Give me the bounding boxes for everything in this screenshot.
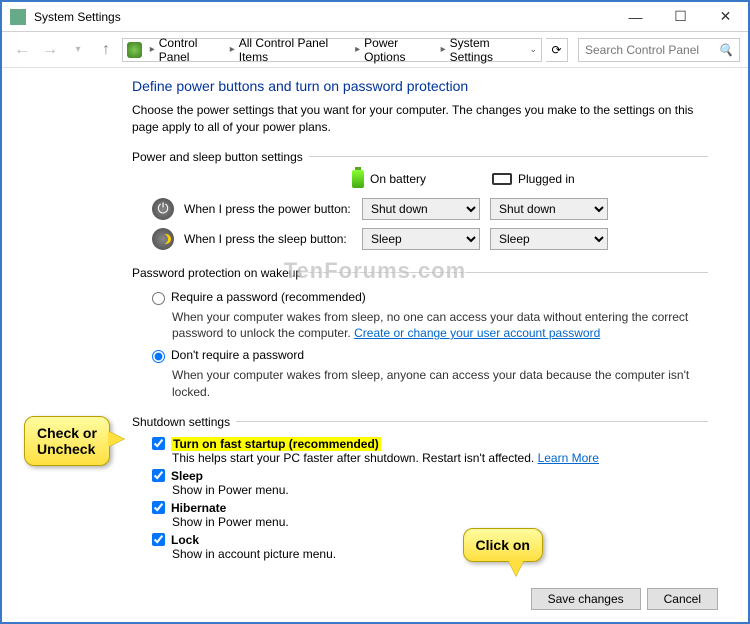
- chevron-right-icon: ▸: [355, 44, 360, 55]
- power-icon: ⏻: [152, 198, 174, 220]
- battery-icon: [352, 170, 364, 188]
- sleep-button-label: When I press the sleep button:: [184, 232, 352, 246]
- fast-startup-label[interactable]: Turn on fast startup (recommended): [171, 437, 381, 451]
- sleep-checkbox[interactable]: [152, 469, 165, 482]
- fast-startup-checkbox[interactable]: [152, 437, 165, 450]
- up-button[interactable]: ↑: [94, 41, 118, 59]
- toolbar: ← → ▾ ↑ ▸ Control Panel ▸ All Control Pa…: [2, 32, 748, 68]
- lock-checkbox[interactable]: [152, 533, 165, 546]
- hibernate-desc: Show in Power menu.: [172, 515, 708, 529]
- chevron-right-icon: ▸: [441, 44, 446, 55]
- lock-label[interactable]: Lock: [171, 533, 199, 547]
- forward-button[interactable]: →: [38, 41, 62, 59]
- page-description: Choose the power settings that you want …: [132, 102, 708, 136]
- section-legend: Power and sleep button settings: [132, 150, 309, 164]
- breadcrumb-item[interactable]: System Settings: [450, 36, 530, 64]
- no-password-label[interactable]: Don't require a password: [171, 348, 304, 362]
- sleep-desc: Show in Power menu.: [172, 483, 708, 497]
- breadcrumb-item[interactable]: Control Panel: [159, 36, 226, 64]
- sleep-plugged-select[interactable]: Sleep: [490, 228, 608, 250]
- no-password-radio[interactable]: [152, 350, 165, 363]
- section-legend: Shutdown settings: [132, 415, 236, 429]
- section-legend: Password protection on wakeup: [132, 266, 308, 280]
- close-button[interactable]: ✕: [703, 3, 748, 31]
- callout-click-on: Click on: [463, 528, 543, 562]
- power-button-label: When I press the power button:: [184, 202, 352, 216]
- hibernate-label[interactable]: Hibernate: [171, 501, 226, 515]
- learn-more-link[interactable]: Learn More: [538, 451, 599, 465]
- search-icon: 🔍: [718, 43, 733, 57]
- breadcrumb-dropdown-icon[interactable]: ⌄: [529, 44, 537, 55]
- require-password-radio[interactable]: [152, 292, 165, 305]
- back-button[interactable]: ←: [10, 41, 34, 59]
- breadcrumb[interactable]: ▸ Control Panel ▸ All Control Panel Item…: [122, 38, 542, 62]
- recent-dropdown[interactable]: ▾: [66, 44, 90, 55]
- titlebar: System Settings — ☐ ✕: [2, 2, 748, 32]
- maximize-button[interactable]: ☐: [658, 3, 703, 31]
- require-password-label[interactable]: Require a password (recommended): [171, 290, 366, 304]
- app-icon: [10, 9, 26, 25]
- account-password-link[interactable]: Create or change your user account passw…: [354, 326, 600, 340]
- content-area: Define power buttons and turn on passwor…: [2, 68, 748, 578]
- battery-column-header: On battery: [352, 170, 452, 188]
- search-input[interactable]: Search Control Panel 🔍: [578, 38, 740, 62]
- password-section: Password protection on wakeup Require a …: [132, 266, 708, 407]
- page-heading: Define power buttons and turn on passwor…: [132, 78, 708, 94]
- sleep-icon: [152, 228, 174, 250]
- window-title: System Settings: [34, 10, 613, 24]
- sleep-battery-select[interactable]: Sleep: [362, 228, 480, 250]
- refresh-button[interactable]: ⟳: [546, 38, 568, 62]
- save-button[interactable]: Save changes: [531, 588, 641, 610]
- power-plugged-select[interactable]: Shut down: [490, 198, 608, 220]
- no-password-desc: When your computer wakes from sleep, any…: [172, 367, 708, 401]
- shutdown-section: Shutdown settings Turn on fast startup (…: [132, 415, 708, 565]
- power-battery-select[interactable]: Shut down: [362, 198, 480, 220]
- lock-desc: Show in account picture menu.: [172, 547, 708, 561]
- chevron-right-icon: ▸: [150, 44, 155, 55]
- cancel-button[interactable]: Cancel: [647, 588, 718, 610]
- plug-icon: [492, 173, 512, 185]
- breadcrumb-item[interactable]: All Control Panel Items: [239, 36, 351, 64]
- callout-check-uncheck: Check orUncheck: [24, 416, 110, 466]
- breadcrumb-item[interactable]: Power Options: [364, 36, 436, 64]
- control-panel-icon: [127, 42, 142, 58]
- sleep-label[interactable]: Sleep: [171, 469, 203, 483]
- require-password-desc: When your computer wakes from sleep, no …: [172, 309, 708, 343]
- hibernate-checkbox[interactable]: [152, 501, 165, 514]
- chevron-right-icon: ▸: [230, 44, 235, 55]
- minimize-button[interactable]: —: [613, 3, 658, 31]
- footer-buttons: Save changes Cancel: [531, 588, 718, 610]
- fast-startup-desc: This helps start your PC faster after sh…: [172, 451, 708, 465]
- power-sleep-section: Power and sleep button settings On batte…: [132, 150, 708, 258]
- plugged-column-header: Plugged in: [492, 170, 592, 188]
